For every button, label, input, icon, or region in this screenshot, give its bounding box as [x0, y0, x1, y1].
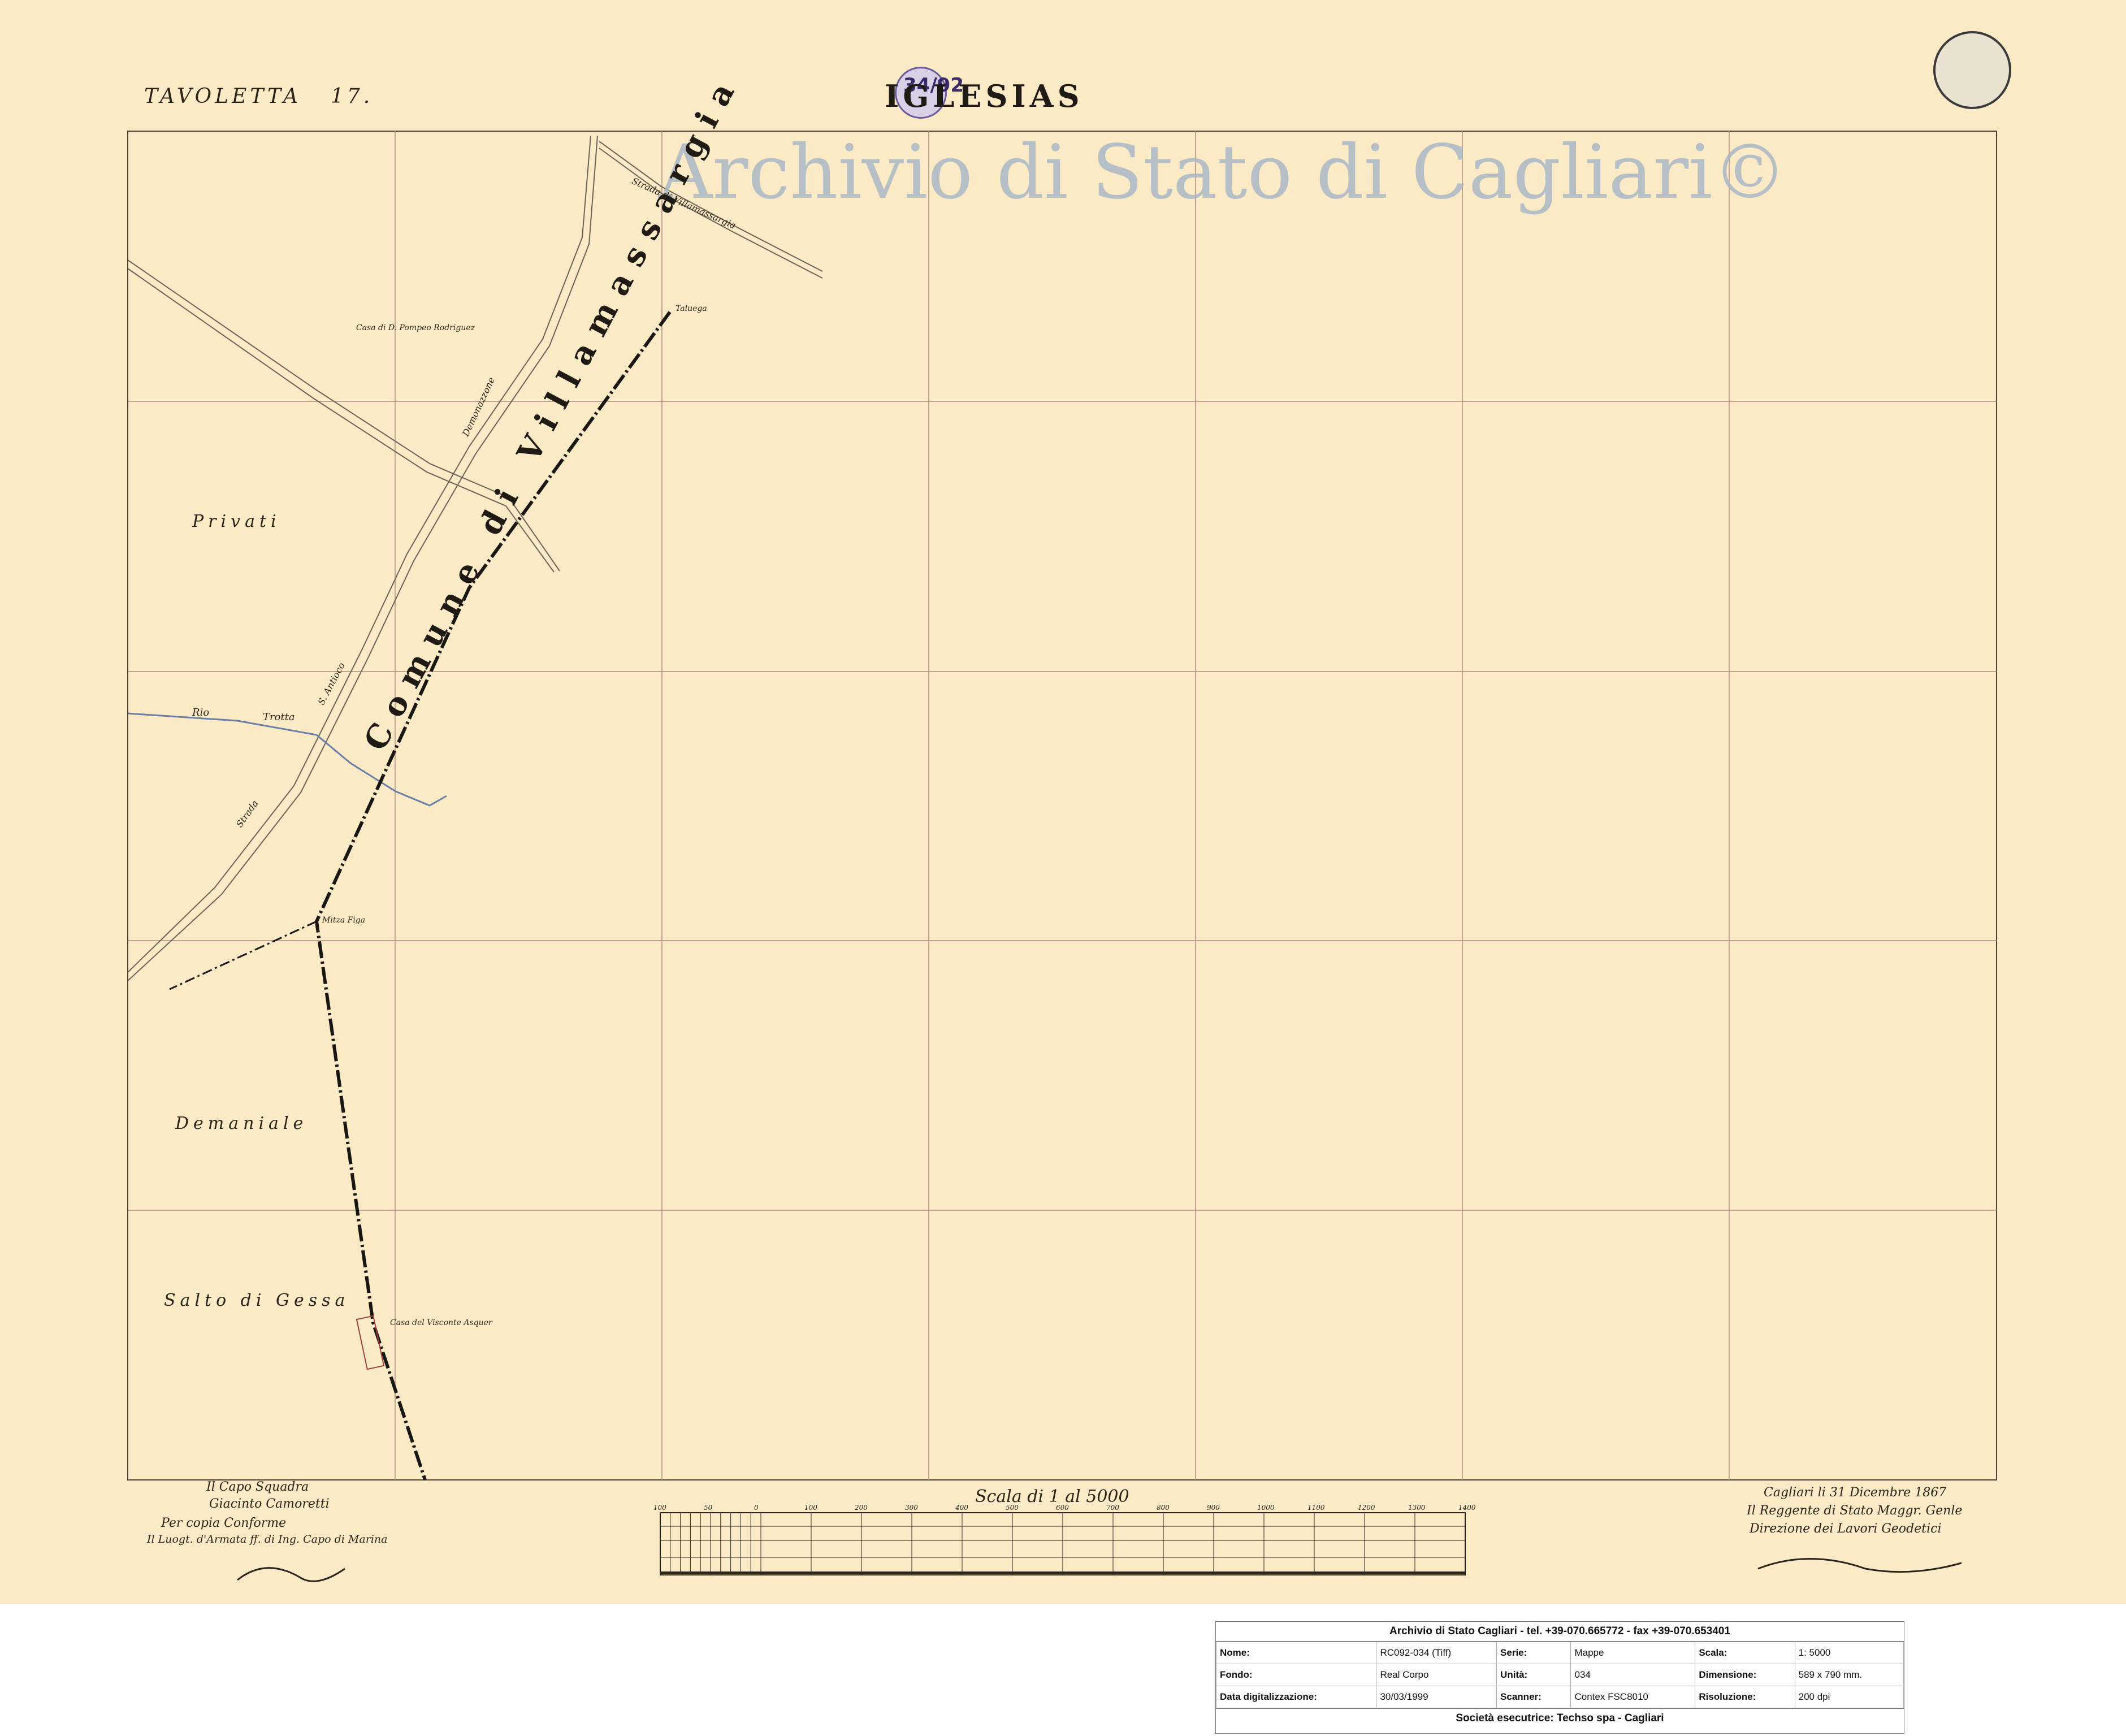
- scale-bar: [660, 1512, 1466, 1575]
- tavoletta-number: 17.: [331, 85, 374, 108]
- label-casa-visconte: Casa del Visconte Asquer: [390, 1318, 492, 1327]
- tavoletta-label: TAVOLETTA: [144, 85, 302, 108]
- info-row: Fondo: Real Corpo Unità: 034 Dimensione: 589 …: [1215, 1664, 1904, 1686]
- info-row: Nome: RC092-034 (Tiff) Serie: Mappe Scala: 1:…: [1215, 1642, 1904, 1664]
- signature-left-2: Giacinto Camoretti: [209, 1497, 330, 1511]
- info-key: Data digitalizzazione:: [1215, 1686, 1377, 1708]
- label-demaniale: Demaniale: [175, 1114, 308, 1133]
- info-value: Mappe: [1570, 1642, 1696, 1664]
- info-value: RC092-034 (Tiff): [1376, 1642, 1497, 1664]
- info-header: Archivio di Stato Cagliari - tel. +39-07…: [1216, 1622, 1904, 1642]
- scale-tick-label: 700: [1106, 1504, 1119, 1512]
- label-rio: Rio: [192, 707, 210, 718]
- info-key: Risoluzione:: [1695, 1686, 1795, 1708]
- scale-tick-label: 300: [905, 1504, 918, 1512]
- signature-left-1: Il Capo Squadra: [206, 1480, 309, 1494]
- scale-tick-label: 0: [754, 1504, 759, 1512]
- info-value: 30/03/1999: [1376, 1686, 1497, 1708]
- signature-flourish-right: [1757, 1558, 1962, 1573]
- archive-seal-icon: [1933, 31, 2011, 109]
- grid-lines: [128, 131, 1997, 1480]
- watermark: Archivio di Stato di Cagliari©: [659, 129, 1787, 216]
- info-row: Data digitalizzazione: 30/03/1999 Scanner:…: [1215, 1686, 1904, 1708]
- scale-tick-label: 1200: [1358, 1504, 1375, 1512]
- scale-tick-label: 1400: [1458, 1504, 1476, 1512]
- info-value: Contex FSC8010: [1570, 1686, 1696, 1708]
- signature-right-1: Cagliari li 31 Dicembre 1867: [1764, 1486, 1947, 1500]
- info-key: Scanner:: [1496, 1686, 1571, 1708]
- label-casa-pompeo: Casa di D. Pompeo Rodriguez: [356, 323, 475, 332]
- archive-info-box: Archivio di Stato Cagliari - tel. +39-07…: [1215, 1621, 1904, 1734]
- info-key: Unità:: [1496, 1664, 1571, 1686]
- info-table: Nome: RC092-034 (Tiff) Serie: Mappe Scala: 1:…: [1215, 1642, 1904, 1708]
- scale-tick-label: 1300: [1408, 1504, 1426, 1512]
- map-frame: [127, 131, 1997, 1480]
- scale-tick-label: 200: [855, 1504, 868, 1512]
- info-key: Scala:: [1695, 1642, 1795, 1664]
- info-key: Nome:: [1215, 1642, 1377, 1664]
- scale-tick-label: 1000: [1257, 1504, 1275, 1512]
- label-taluega: Taluega: [676, 304, 707, 313]
- info-value: 034: [1570, 1664, 1696, 1686]
- boundary-west: [169, 920, 317, 990]
- scale-tick-label: 900: [1207, 1504, 1220, 1512]
- info-value: 1: 5000: [1794, 1642, 1904, 1664]
- scale-tick-label: 400: [955, 1504, 968, 1512]
- scale-tick-label: 100: [653, 1504, 666, 1512]
- info-key: Serie:: [1496, 1642, 1571, 1664]
- info-key: Dimensione:: [1695, 1664, 1795, 1686]
- scale-tick-label: 600: [1056, 1504, 1069, 1512]
- label-privati: Privati: [192, 512, 281, 531]
- scale-tick-label: 500: [1006, 1504, 1019, 1512]
- info-key: Fondo:: [1215, 1664, 1377, 1686]
- signature-left-4: Il Luogt. d'Armata ff. di Ing. Capo di M…: [147, 1533, 388, 1545]
- scale-tick-label: 800: [1157, 1504, 1170, 1512]
- map-title: IGLESIAS: [885, 78, 1084, 114]
- scale-tick-label: 50: [704, 1504, 713, 1512]
- scale-tick-label: 100: [804, 1504, 817, 1512]
- label-trotta: Trotta: [263, 711, 295, 723]
- info-footer: Società esecutrice: Techso spa - Cagliar…: [1216, 1708, 1904, 1728]
- road-strada: [127, 135, 591, 973]
- signature-right-2: Il Reggente di Stato Maggr. Genle: [1747, 1504, 1963, 1518]
- info-value: Real Corpo: [1376, 1664, 1497, 1686]
- signature-flourish-left: [237, 1567, 345, 1582]
- scale-tick-label: 1100: [1307, 1504, 1325, 1512]
- signature-left-3: Per copia Conforme: [161, 1516, 287, 1530]
- label-salto-di-gessa: Salto di Gessa: [164, 1291, 350, 1310]
- label-mitza-figa: Mitza Figa: [322, 916, 366, 925]
- map-drawing: [127, 131, 1997, 1582]
- info-value: 200 dpi: [1794, 1686, 1904, 1708]
- signature-right-3: Direzione dei Lavori Geodetici: [1750, 1522, 1942, 1536]
- info-value: 589 x 790 mm.: [1794, 1664, 1904, 1686]
